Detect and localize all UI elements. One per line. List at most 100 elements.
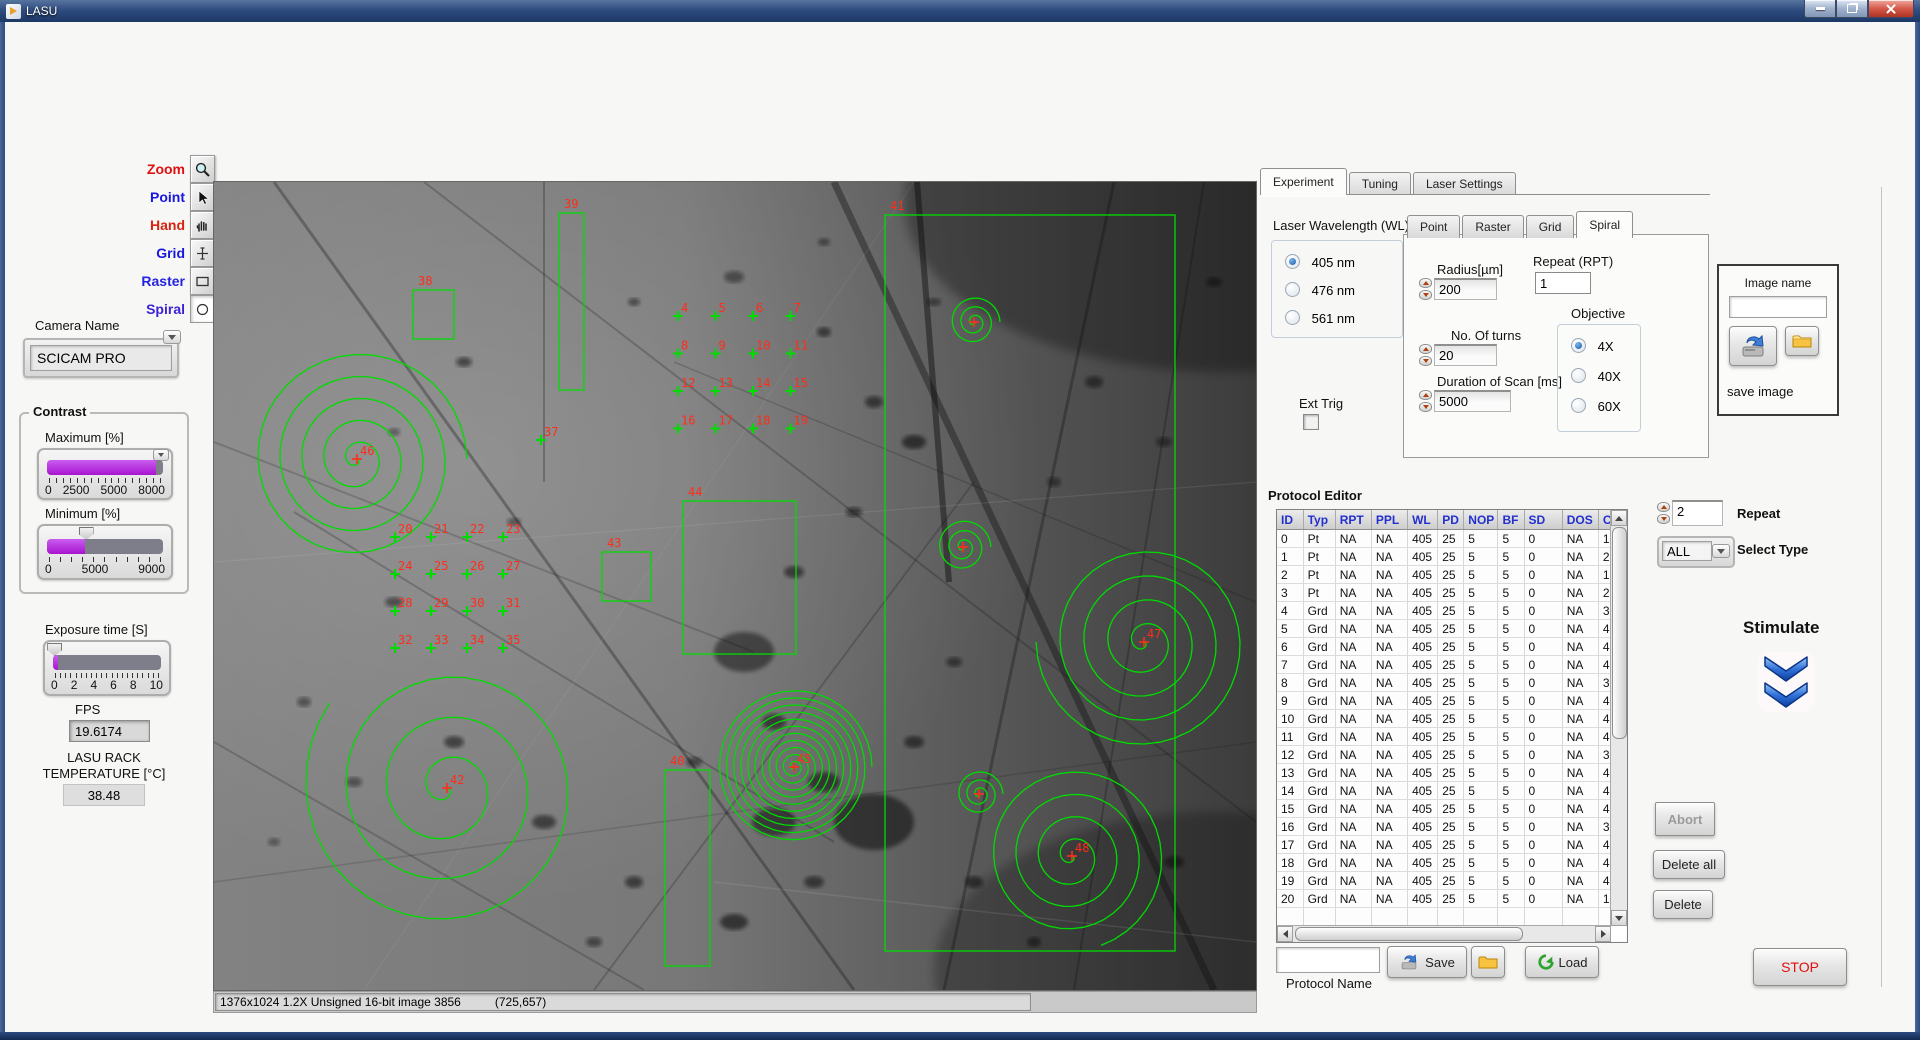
column-header-wl[interactable]: WL — [1408, 510, 1438, 530]
repeat-value[interactable]: 2 — [1672, 500, 1723, 526]
protocol-row-16[interactable]: 16GrdNANA40525550NA3 — [1277, 818, 1611, 836]
tab-experiment[interactable]: Experiment — [1260, 168, 1347, 195]
camera-dropdown-icon[interactable] — [163, 330, 181, 344]
ext-trig-checkbox[interactable] — [1303, 414, 1319, 430]
radio-icon[interactable] — [1285, 254, 1300, 269]
protocol-name-input[interactable] — [1276, 947, 1380, 973]
radio-icon[interactable] — [1571, 398, 1586, 413]
radio-icon[interactable] — [1571, 368, 1586, 383]
save-image-button[interactable] — [1729, 326, 1777, 366]
protocol-row-19[interactable]: 19GrdNANA40525550NA4 — [1277, 872, 1611, 890]
protocol-row-20[interactable]: 20GrdNANA40525550NA1 — [1277, 890, 1611, 908]
radius-increment-icon[interactable] — [1419, 278, 1432, 288]
protocol-row-6[interactable]: 6GrdNANA40525550NA4 — [1277, 638, 1611, 656]
cursor-icon[interactable] — [190, 183, 215, 211]
protocol-load-button[interactable]: Load — [1525, 946, 1599, 978]
radio-wavelength-476-nm[interactable]: 476 nm — [1285, 282, 1355, 298]
radio-wavelength-405-nm[interactable]: 405 nm — [1285, 254, 1355, 270]
scroll-left-icon[interactable] — [1277, 926, 1293, 942]
scan-tab-raster[interactable]: Raster — [1462, 215, 1523, 238]
repeat-rpt-value[interactable]: 1 — [1535, 272, 1591, 294]
image-folder-button[interactable] — [1785, 326, 1819, 356]
column-header-pd[interactable]: PD — [1438, 510, 1464, 530]
protocol-row-10[interactable]: 10GrdNANA40525550NA4 — [1277, 710, 1611, 728]
stop-button[interactable]: STOP — [1753, 948, 1847, 986]
protocol-row-8[interactable]: 8GrdNANA40525550NA3 — [1277, 674, 1611, 692]
title-bar[interactable]: LASU — [0, 0, 1920, 22]
column-header-dos[interactable]: DOS — [1562, 510, 1598, 530]
protocol-row-15[interactable]: 15GrdNANA40525550NA4 — [1277, 800, 1611, 818]
column-header-ppl[interactable]: PPL — [1371, 510, 1407, 530]
protocol-row-12[interactable]: 12GrdNANA40525550NA3 — [1277, 746, 1611, 764]
repeat-decrement-icon[interactable] — [1657, 514, 1670, 524]
delete-all-button[interactable]: Delete all — [1653, 850, 1725, 879]
protocol-row-3[interactable]: 3PtNANA40525550NA2 — [1277, 584, 1611, 602]
microscopy-image-display[interactable]: 4567891011121314151617181920212223242526… — [213, 181, 1257, 991]
scroll-right-icon[interactable] — [1595, 926, 1611, 942]
tab-tuning[interactable]: Tuning — [1349, 172, 1411, 195]
protocol-row-1[interactable]: 1PtNANA40525550NA2 — [1277, 548, 1611, 566]
radio-objective-4x[interactable]: 4X — [1571, 338, 1614, 354]
circle-icon[interactable] — [190, 295, 215, 323]
scan-tab-grid[interactable]: Grid — [1526, 215, 1575, 238]
radio-objective-40x[interactable]: 40X — [1571, 368, 1621, 384]
restore-button[interactable] — [1836, 0, 1868, 18]
duration-decrement-icon[interactable] — [1419, 402, 1432, 412]
protocol-vertical-scrollbar[interactable] — [1610, 510, 1627, 926]
abort-button[interactable]: Abort — [1655, 802, 1715, 836]
hand-icon[interactable] — [190, 211, 215, 239]
radius-decrement-icon[interactable] — [1419, 290, 1432, 300]
protocol-table[interactable]: IDTypRPTPPLWLPDNOPBFSDDOSC0PtNANA4052555… — [1276, 509, 1628, 943]
stimulate-button[interactable] — [1757, 652, 1815, 712]
delete-button[interactable]: Delete — [1653, 890, 1713, 919]
radius-spinner[interactable]: 200 — [1419, 278, 1497, 300]
turns-spinner[interactable]: 20 — [1419, 344, 1497, 366]
protocol-save-button[interactable]: Save — [1387, 946, 1467, 978]
radio-icon[interactable] — [1285, 282, 1300, 297]
horizontal-scroll-thumb[interactable] — [1295, 927, 1523, 941]
select-type-dropdown-icon[interactable] — [1712, 544, 1730, 558]
repeat-spinner[interactable]: 2 — [1657, 500, 1723, 526]
exposure-slider[interactable]: 0246810 — [43, 640, 171, 696]
protocol-row-18[interactable]: 18GrdNANA40525550NA4 — [1277, 854, 1611, 872]
minimize-button[interactable] — [1804, 0, 1836, 18]
scan-tab-point[interactable]: Point — [1407, 215, 1460, 238]
column-header-nop[interactable]: NOP — [1464, 510, 1498, 530]
column-header-bf[interactable]: BF — [1498, 510, 1524, 530]
protocol-row-14[interactable]: 14GrdNANA40525550NA4 — [1277, 782, 1611, 800]
protocol-row-0[interactable]: 0PtNANA40525550NA1 — [1277, 530, 1611, 548]
select-type-combo[interactable]: ALL — [1657, 536, 1735, 568]
radio-wavelength-561-nm[interactable]: 561 nm — [1285, 310, 1355, 326]
turns-value[interactable]: 20 — [1434, 344, 1497, 366]
vertical-scroll-thumb[interactable] — [1612, 527, 1627, 739]
column-header-id[interactable]: ID — [1277, 510, 1303, 530]
protocol-row-7[interactable]: 7GrdNANA40525550NA4 — [1277, 656, 1611, 674]
contrast-max-slider[interactable]: 0250050008000 — [37, 448, 173, 500]
turns-decrement-icon[interactable] — [1419, 356, 1432, 366]
rectangle-icon[interactable] — [190, 267, 215, 295]
protocol-row-5[interactable]: 5GrdNANA40525550NA4 — [1277, 620, 1611, 638]
column-header-c[interactable]: C — [1598, 510, 1610, 530]
magnifier-icon[interactable] — [190, 155, 215, 183]
duration-increment-icon[interactable] — [1419, 390, 1432, 400]
protocol-row-13[interactable]: 13GrdNANA40525550NA4 — [1277, 764, 1611, 782]
image-name-input[interactable] — [1729, 296, 1827, 318]
radius-value[interactable]: 200 — [1434, 278, 1497, 300]
protocol-row-2[interactable]: 2PtNANA40525550NA1 — [1277, 566, 1611, 584]
radio-icon[interactable] — [1285, 310, 1300, 325]
crosshair-icon[interactable] — [190, 239, 215, 267]
protocol-folder-button[interactable] — [1471, 946, 1505, 978]
protocol-row-17[interactable]: 17GrdNANA40525550NA4 — [1277, 836, 1611, 854]
tab-laser-settings[interactable]: Laser Settings — [1413, 172, 1516, 195]
column-header-rpt[interactable]: RPT — [1335, 510, 1371, 530]
camera-select[interactable]: SCICAM PRO — [23, 338, 179, 378]
duration-value[interactable]: 5000 — [1434, 390, 1511, 412]
turns-increment-icon[interactable] — [1419, 344, 1432, 354]
protocol-row-4[interactable]: 4GrdNANA40525550NA3 — [1277, 602, 1611, 620]
contrast-min-slider[interactable]: 050009000 — [37, 524, 173, 580]
close-button[interactable] — [1868, 0, 1914, 18]
protocol-horizontal-scrollbar[interactable] — [1277, 925, 1611, 942]
repeat-increment-icon[interactable] — [1657, 502, 1670, 512]
scan-tab-spiral[interactable]: Spiral — [1576, 211, 1633, 238]
radio-objective-60x[interactable]: 60X — [1571, 398, 1621, 414]
